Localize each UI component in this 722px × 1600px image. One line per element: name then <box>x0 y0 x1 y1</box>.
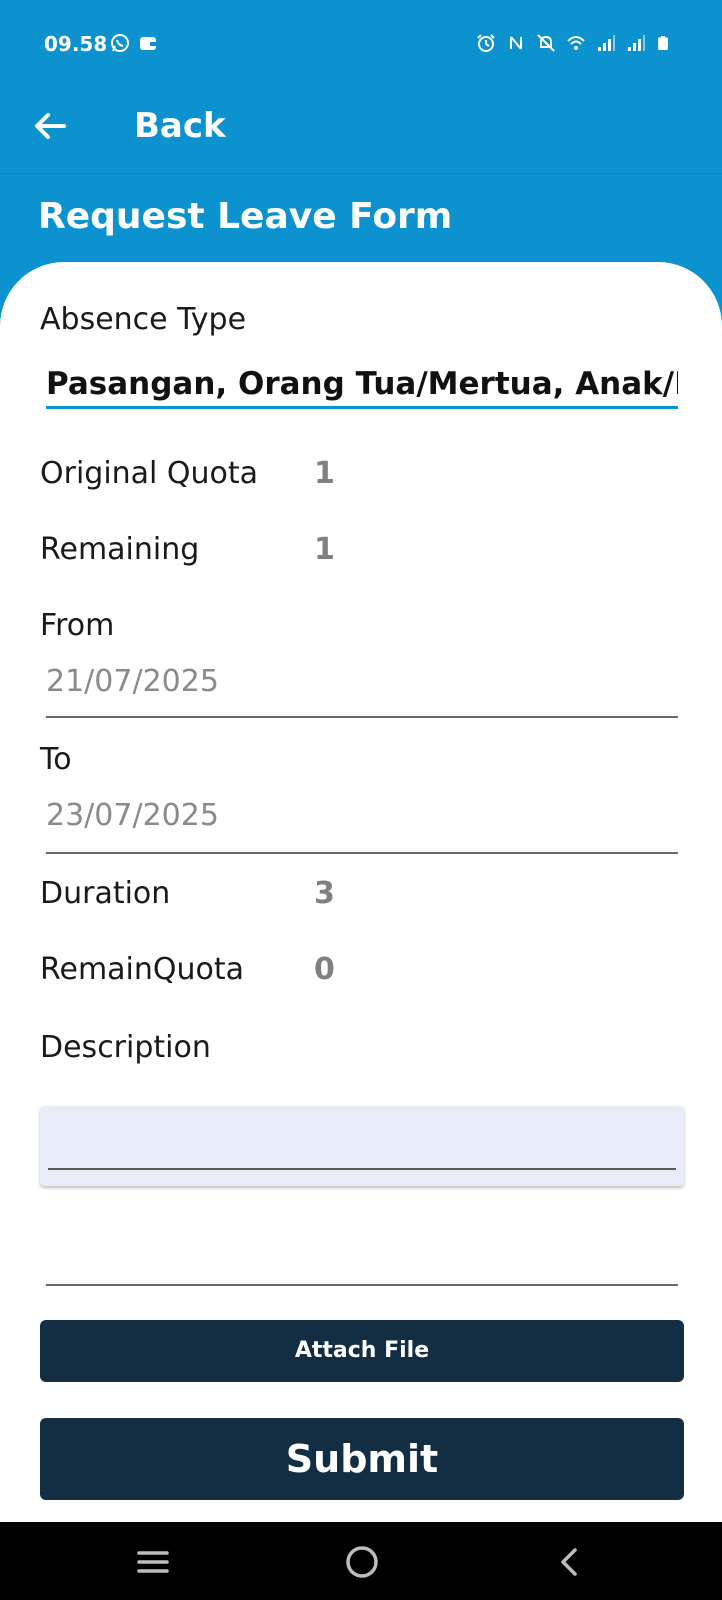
back-arrow-icon[interactable] <box>30 106 70 146</box>
page-title: Request Leave Form <box>38 196 453 237</box>
remain-quota-label: RemainQuota <box>40 952 245 987</box>
remaining-label: Remaining <box>40 532 200 567</box>
menu-icon[interactable] <box>133 1542 173 1582</box>
to-date-underline <box>46 852 678 854</box>
absence-type-underline <box>46 406 678 409</box>
from-date-input[interactable]: 21/07/2025 <box>46 664 219 699</box>
whatsapp-icon <box>111 34 129 52</box>
nfc-icon <box>510 36 522 50</box>
system-nav-bar <box>0 1522 722 1600</box>
mute-icon <box>537 34 555 52</box>
remain-quota-value: 0 <box>314 952 335 987</box>
back-icon[interactable] <box>550 1542 590 1582</box>
app-bar: Back <box>0 88 722 174</box>
from-date-underline <box>46 716 678 718</box>
submit-button[interactable]: Submit <box>40 1418 684 1500</box>
description-underline <box>48 1168 676 1170</box>
duration-value: 3 <box>314 876 335 911</box>
from-label: From <box>40 608 115 643</box>
status-bar: 09.58 <box>0 0 722 88</box>
to-label: To <box>40 742 72 777</box>
description-label: Description <box>40 1030 211 1065</box>
wallet-icon <box>140 37 156 50</box>
to-date-input[interactable]: 23/07/2025 <box>46 798 219 833</box>
alarm-icon <box>477 34 495 52</box>
wifi-icon <box>567 36 585 50</box>
absence-type-select[interactable]: Pasangan, Orang Tua/Mertua, Anak/Mertua <box>46 366 678 402</box>
attachment-field-underline <box>46 1284 678 1286</box>
duration-label: Duration <box>40 876 171 911</box>
signal-icon <box>628 35 645 51</box>
original-quota-label: Original Quota <box>40 456 259 491</box>
status-time: 09.58 <box>44 32 108 56</box>
status-left-icons <box>110 32 158 54</box>
original-quota-value: 1 <box>314 456 335 491</box>
absence-type-label: Absence Type <box>40 302 247 337</box>
remaining-value: 1 <box>314 532 335 567</box>
battery-icon <box>658 36 668 50</box>
status-right-icons <box>476 32 670 54</box>
attach-file-button[interactable]: Attach File <box>40 1320 684 1382</box>
home-icon[interactable] <box>342 1542 382 1582</box>
back-button[interactable]: Back <box>134 106 226 146</box>
description-input[interactable] <box>40 1106 684 1186</box>
signal-icon <box>598 35 615 51</box>
